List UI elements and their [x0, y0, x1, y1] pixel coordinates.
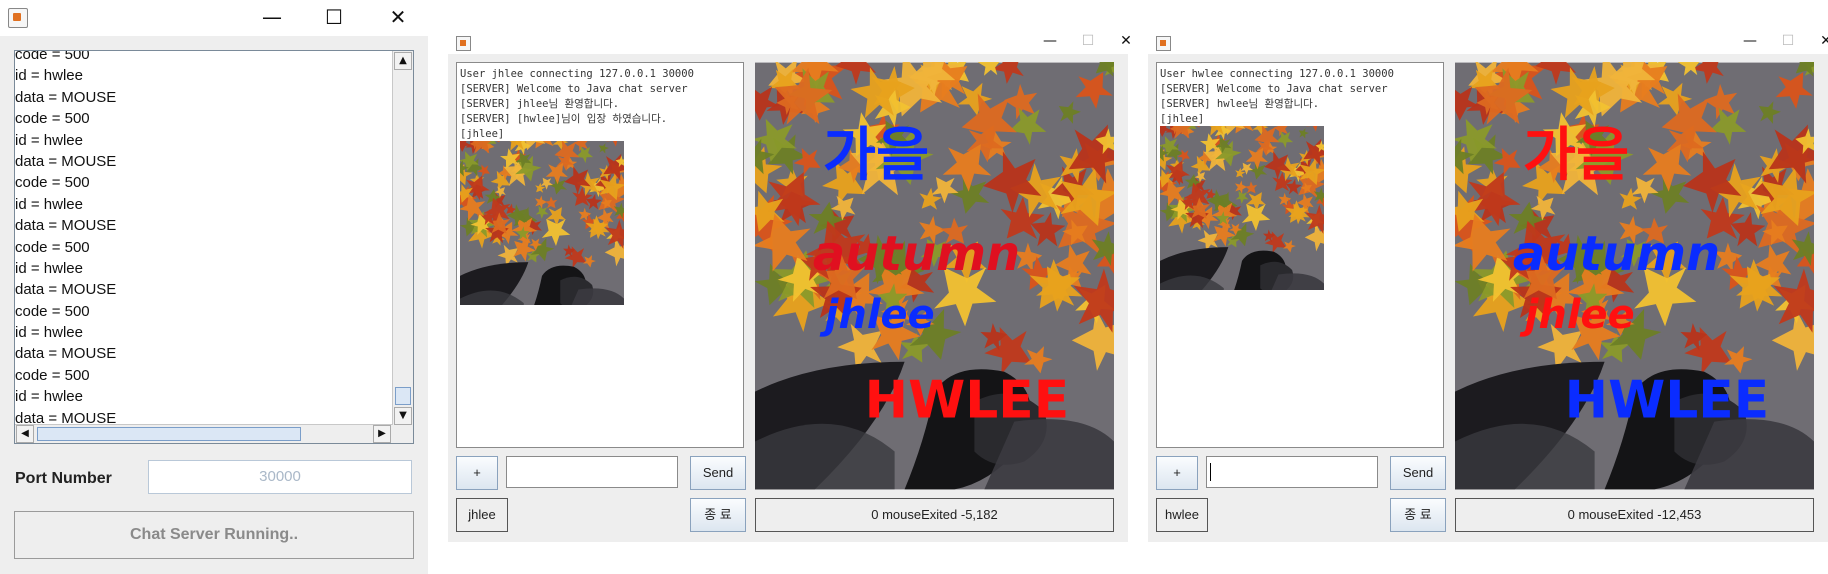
drawing-text-gaeul: 가을 [1523, 120, 1629, 188]
drawing-text-autumn: autumn [1513, 227, 1720, 282]
client-titlebar: — ☐ ✕ [448, 28, 1132, 54]
port-number-input[interactable]: 30000 [148, 460, 412, 494]
log-line: data = MOUSE [15, 88, 117, 106]
java-app-icon [8, 8, 28, 28]
log-line: data = MOUSE [15, 281, 117, 299]
scroll-up-icon[interactable]: ▲ [394, 52, 412, 70]
leaves-photo [460, 141, 624, 305]
vertical-scroll-thumb[interactable] [395, 387, 411, 405]
java-app-icon [1156, 36, 1171, 51]
exit-button[interactable]: 종 료 [690, 498, 746, 532]
leaves-photo [1160, 126, 1324, 290]
mouse-status-label: 0 mouseExited -12,453 [1455, 498, 1814, 532]
client-titlebar: — ☐ ✕ [1148, 28, 1828, 54]
message-input[interactable] [506, 456, 678, 488]
log-line: id = hwlee [15, 67, 83, 85]
drawing-text-hwlee: HWLEE [865, 371, 1069, 431]
log-line: code = 500 [15, 366, 90, 384]
port-number-label: Port Number [15, 470, 112, 487]
chat-server-running-button[interactable]: Chat Server Running.. [14, 511, 414, 559]
chat-line: [SERVER] Welcome to Java chat server [1160, 83, 1388, 95]
drawing-canvas[interactable]: 가을 autumn jhlee HWLEE [1455, 62, 1814, 490]
chat-line: [jhlee] [460, 128, 505, 140]
chat-line: [SERVER] [hwlee]님이 입장 하였습니다. [460, 113, 668, 125]
close-button[interactable]: ✕ [1808, 28, 1828, 54]
minimize-button[interactable]: — [244, 0, 300, 36]
drawing-canvas[interactable]: 가을 autumn jhlee HWLEE [755, 62, 1114, 490]
log-line: code = 500 [15, 110, 90, 128]
chat-line: [SERVER] hwlee님 환영합니다. [1160, 98, 1320, 110]
maximize-button[interactable]: ☐ [306, 0, 362, 36]
client-window-hwlee: — ☐ ✕ User hwlee connecting 127.0.0.1 30… [1148, 28, 1828, 542]
java-app-icon [456, 36, 471, 51]
log-line: data = MOUSE [15, 152, 117, 170]
shared-image-thumbnail [1160, 126, 1324, 290]
username-label: hwlee [1156, 498, 1208, 532]
log-line: data = MOUSE [15, 345, 117, 363]
chat-message-area[interactable]: User hwlee connecting 127.0.0.1 30000 [SE… [1156, 62, 1444, 448]
log-line: id = hwlee [15, 388, 83, 406]
minimize-button[interactable]: — [1732, 28, 1768, 54]
server-window: — ☐ ✕ code = 500 id = hwlee data = MOUSE co… [0, 0, 428, 574]
mouse-status-label: 0 mouseExited -5,182 [755, 498, 1114, 532]
chat-line: User hwlee connecting 127.0.0.1 30000 [1160, 68, 1394, 80]
server-log-text[interactable]: code = 500 id = hwlee data = MOUSE code = 5… [15, 51, 393, 427]
close-button[interactable]: ✕ [1108, 28, 1144, 54]
log-line: data = MOUSE [15, 217, 117, 235]
username-label: jhlee [456, 498, 508, 532]
shared-image-thumbnail [460, 141, 624, 305]
log-line: code = 500 [15, 238, 90, 256]
server-log-area[interactable]: code = 500 id = hwlee data = MOUSE code = 5… [14, 50, 414, 444]
horizontal-scrollbar[interactable]: ◀ ▶ [15, 424, 393, 443]
log-line: code = 500 [15, 302, 90, 320]
log-line: id = hwlee [15, 195, 83, 213]
chat-line: [SERVER] jhlee님 환영합니다. [460, 98, 620, 110]
maximize-button[interactable]: ☐ [1070, 28, 1106, 54]
chat-message-area[interactable]: User jhlee connecting 127.0.0.1 30000 [SE… [456, 62, 744, 448]
send-button[interactable]: Send [1390, 456, 1446, 490]
log-line: code = 500 [15, 174, 90, 192]
scroll-corner [393, 425, 413, 443]
drawing-canvas-svg[interactable]: 가을 autumn jhlee HWLEE [1455, 62, 1814, 490]
log-line: id = hwlee [15, 131, 83, 149]
send-button[interactable]: Send [690, 456, 746, 490]
minimize-button[interactable]: — [1032, 28, 1068, 54]
log-line: code = 500 [15, 51, 90, 63]
drawing-text-gaeul: 가을 [823, 120, 929, 188]
add-image-button[interactable]: + [456, 456, 498, 490]
drawing-text-autumn: autumn [813, 227, 1020, 282]
chat-line: [SERVER] Welcome to Java chat server [460, 83, 688, 95]
text-caret [1210, 463, 1211, 481]
server-titlebar: — ☐ ✕ [0, 0, 428, 36]
vertical-scrollbar[interactable]: ▲ ▼ [392, 51, 413, 427]
scroll-right-icon[interactable]: ▶ [373, 425, 391, 443]
client-window-jhlee: — ☐ ✕ User jhlee connecting 127.0.0.1 30… [448, 28, 1132, 542]
exit-button[interactable]: 종 료 [1390, 498, 1446, 532]
drawing-text-jhlee: jhlee [1519, 292, 1635, 338]
log-line: id = hwlee [15, 324, 83, 342]
message-input[interactable] [1206, 456, 1378, 488]
scroll-down-icon[interactable]: ▼ [394, 407, 412, 425]
drawing-canvas-svg[interactable]: 가을 autumn jhlee HWLEE [755, 62, 1114, 490]
drawing-text-hwlee: HWLEE [1565, 371, 1769, 431]
horizontal-scroll-thumb[interactable] [37, 427, 301, 441]
chat-line: [jhlee] [1160, 113, 1205, 125]
maximize-button[interactable]: ☐ [1770, 28, 1806, 54]
close-button[interactable]: ✕ [370, 0, 426, 36]
drawing-text-jhlee: jhlee [819, 292, 935, 338]
add-image-button[interactable]: + [1156, 456, 1198, 490]
chat-line: User jhlee connecting 127.0.0.1 30000 [460, 68, 694, 80]
log-line: id = hwlee [15, 259, 83, 277]
scroll-left-icon[interactable]: ◀ [16, 425, 34, 443]
